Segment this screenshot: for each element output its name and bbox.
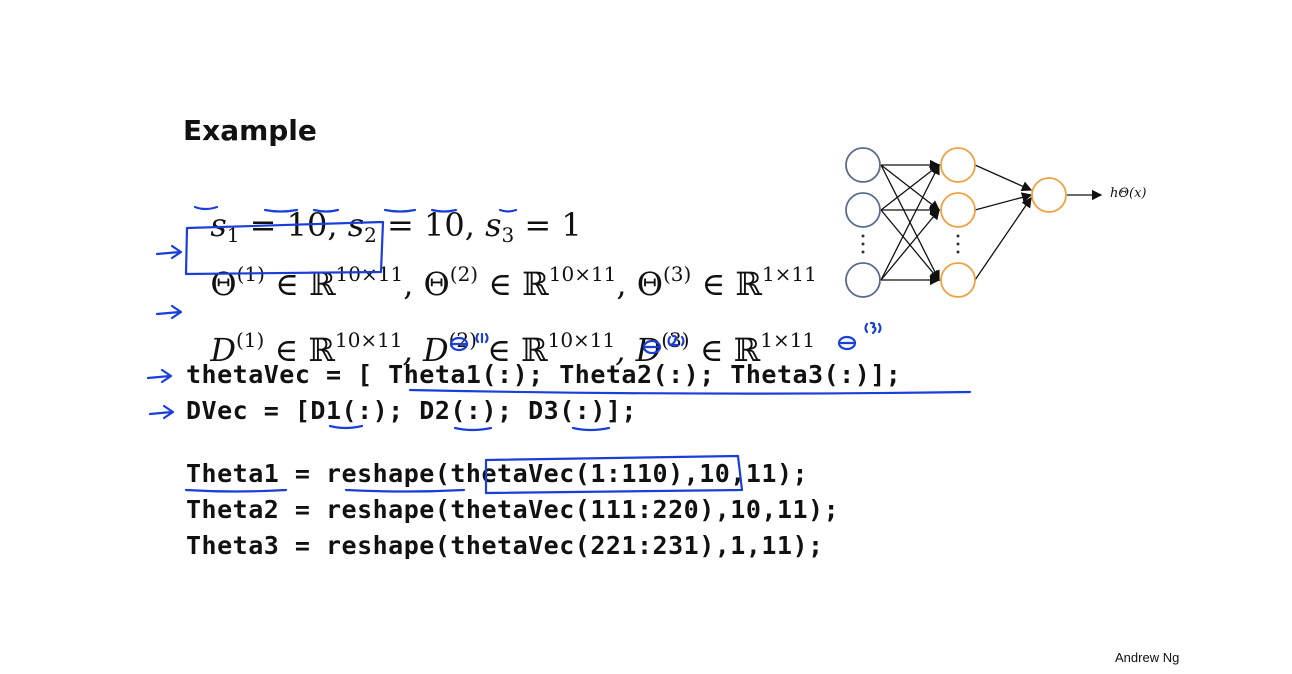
arrow-d-line bbox=[155, 304, 183, 320]
note-theta-1 bbox=[449, 332, 489, 352]
underline-10-a bbox=[263, 208, 299, 213]
underline-d1 bbox=[328, 424, 364, 430]
underline-s1 bbox=[193, 205, 219, 211]
arrow-theta-line bbox=[155, 244, 183, 260]
box-thetavec-1-110 bbox=[484, 454, 744, 495]
author-credit: Andrew Ng bbox=[1115, 650, 1180, 665]
box-theta1 bbox=[184, 220, 385, 276]
arrow-thetavec-line bbox=[146, 368, 173, 384]
note-theta-3 bbox=[837, 321, 882, 351]
underline-s2 bbox=[312, 208, 340, 213]
underline-s3 bbox=[430, 208, 458, 213]
underline-d3 bbox=[571, 426, 611, 432]
handwritten-annotations bbox=[146, 205, 972, 495]
underline-1 bbox=[498, 208, 518, 213]
underline-theta1 bbox=[184, 488, 288, 493]
underline-reshape bbox=[344, 488, 466, 493]
underline-d2 bbox=[453, 426, 493, 432]
arrow-dvec-line bbox=[148, 404, 175, 420]
underline-thetavec-content bbox=[408, 388, 972, 395]
underline-10-b bbox=[383, 208, 417, 213]
note-theta-2 bbox=[642, 334, 685, 355]
